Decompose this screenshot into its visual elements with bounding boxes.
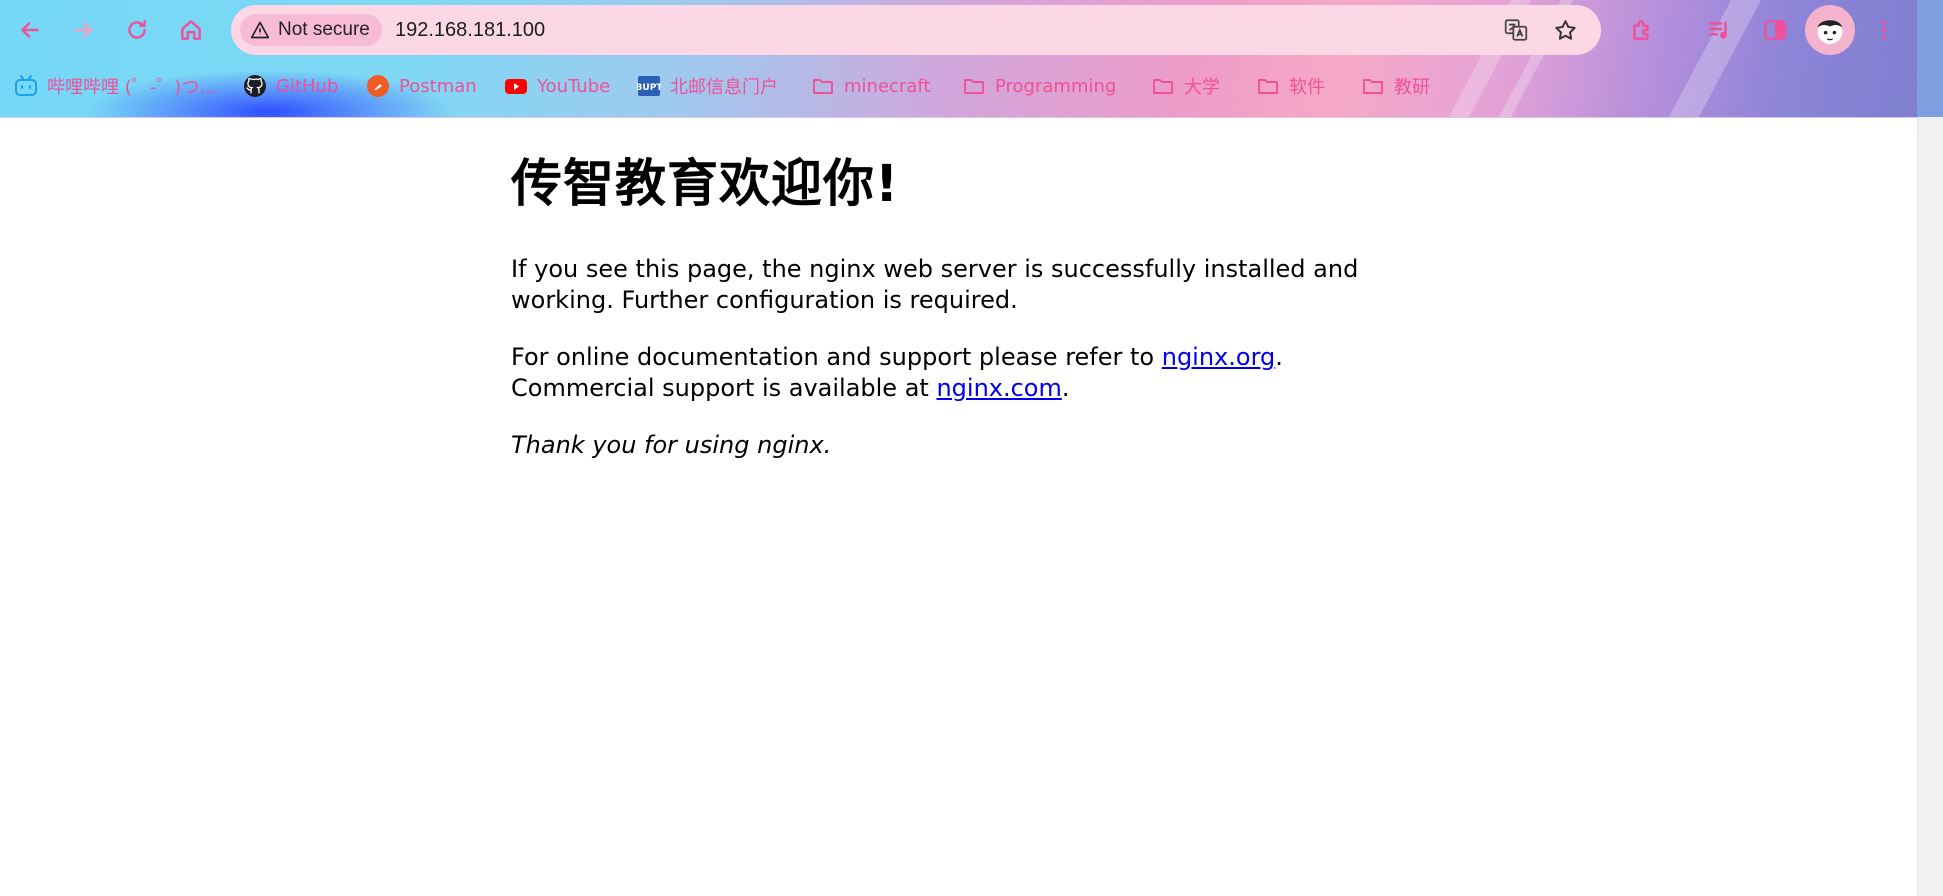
scrollbar-top-region <box>1917 0 1943 117</box>
bookmark-label: 软件 <box>1289 77 1325 98</box>
postman-icon <box>366 74 390 98</box>
forward-button[interactable] <box>63 10 103 50</box>
home-button[interactable] <box>171 10 211 50</box>
scrollbar[interactable] <box>1917 0 1943 896</box>
page-content: 传智教育欢迎你! If you see this page, the nginx… <box>511 117 1411 461</box>
playlist-icon <box>1709 21 1727 39</box>
bookmark-bilibili[interactable]: 哔哩哔哩 (゜-゜)つ... <box>14 64 216 108</box>
avatar-icon <box>1817 19 1843 45</box>
support-text: For online documentation and support ple… <box>511 343 1162 371</box>
media-control-button[interactable] <box>1701 12 1737 48</box>
intro-paragraph: If you see this page, the nginx web serv… <box>511 255 1359 314</box>
more-vert-icon <box>1882 21 1886 39</box>
bookmarks-bar: 哔哩哔哩 (゜-゜)つ... GitHub Postman YouTube BU… <box>0 64 1917 108</box>
bookmark-folder-daxue[interactable]: 大学 <box>1151 64 1220 108</box>
reload-icon <box>128 20 146 39</box>
bookmark-folder-minecraft[interactable]: minecraft <box>811 64 930 108</box>
folder-icon <box>1256 74 1280 98</box>
commercial-punct: . <box>1061 374 1070 402</box>
home-icon <box>181 20 201 40</box>
bookmark-label: YouTube <box>537 75 611 97</box>
commercial-text: Commercial support is available at <box>511 374 937 402</box>
bookmark-label: Postman <box>399 75 477 97</box>
nginx-com-link[interactable]: nginx.com <box>936 374 1061 402</box>
browser-toolbar: Not secure 192.168.181.100 哔哩哔哩 (゜-゜)つ..… <box>0 0 1917 118</box>
nginx-org-link[interactable]: nginx.org <box>1162 343 1276 371</box>
bookmark-folder-programming[interactable]: Programming <box>962 64 1116 108</box>
bookmark-bupt[interactable]: BUPT 北邮信息门户 <box>637 64 778 108</box>
folder-icon <box>962 74 986 98</box>
arrow-right-icon <box>74 22 92 38</box>
warning-icon <box>250 21 270 39</box>
bookmark-youtube[interactable]: YouTube <box>504 64 610 108</box>
extensions-button[interactable] <box>1624 12 1660 48</box>
reload-button[interactable] <box>117 10 157 50</box>
bookmark-label: 教研 <box>1394 77 1430 98</box>
bookmark-folder-ruanjian[interactable]: 软件 <box>1256 64 1325 108</box>
bookmark-label: GitHub <box>276 75 339 97</box>
bookmark-github[interactable]: GitHub <box>243 64 338 108</box>
bilibili-icon <box>14 74 38 98</box>
bookmark-star-button[interactable] <box>1551 16 1579 44</box>
bookmark-folder-jiaoyan[interactable]: 教研 <box>1361 64 1430 108</box>
translate-button[interactable] <box>1502 16 1530 44</box>
bupt-icon: BUPT <box>637 74 661 98</box>
side-panel-button[interactable] <box>1757 12 1793 48</box>
folder-icon <box>1361 74 1385 98</box>
url-text[interactable]: 192.168.181.100 <box>395 5 545 55</box>
bookmark-label: Programming <box>995 75 1117 97</box>
folder-icon <box>811 74 835 98</box>
back-button[interactable] <box>10 10 50 50</box>
bookmark-postman[interactable]: Postman <box>366 64 477 108</box>
address-bar[interactable]: Not secure 192.168.181.100 <box>231 5 1601 55</box>
arrow-left-icon <box>21 22 39 38</box>
bookmark-label: 北邮信息门户 <box>670 77 778 98</box>
support-punct: . <box>1275 343 1283 371</box>
star-icon <box>1554 19 1576 40</box>
security-label: Not secure <box>278 19 370 40</box>
svg-text:BUPT: BUPT <box>637 83 661 93</box>
profile-avatar[interactable] <box>1805 5 1855 55</box>
thanks-paragraph: Thank you for using nginx. <box>511 431 832 459</box>
translate-icon <box>1504 19 1528 41</box>
puzzle-icon <box>1633 20 1649 40</box>
youtube-icon <box>504 74 528 98</box>
bookmark-label: 哔哩哔哩 (゜-゜)つ... <box>47 77 217 98</box>
github-icon <box>243 74 267 98</box>
menu-button[interactable] <box>1866 12 1902 48</box>
bookmark-label: minecraft <box>844 75 931 97</box>
page-title: 传智教育欢迎你! <box>511 155 900 214</box>
bookmark-label: 大学 <box>1184 77 1220 98</box>
side-panel-icon <box>1764 20 1786 40</box>
folder-icon <box>1151 74 1175 98</box>
support-paragraph: For online documentation and support ple… <box>511 342 1411 404</box>
site-info-button[interactable]: Not secure <box>240 14 382 46</box>
